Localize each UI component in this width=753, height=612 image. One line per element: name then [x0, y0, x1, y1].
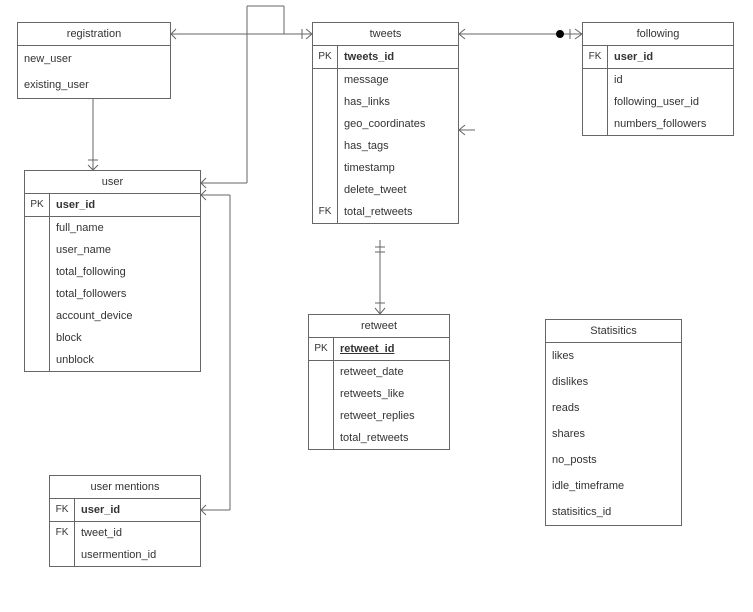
entity-title: tweets	[313, 23, 458, 46]
key-label: PK	[309, 338, 334, 360]
attr-row: full_name	[25, 216, 200, 239]
attr-row: dislikes	[546, 369, 681, 395]
key-label: FK	[50, 522, 75, 544]
attr-label: user_id	[50, 194, 200, 216]
entity-user: user PK user_id full_name user_name tota…	[24, 170, 201, 372]
attr-row: reads	[546, 395, 681, 421]
attr-label: full_name	[50, 217, 200, 239]
attr-row: timestamp	[313, 157, 458, 179]
attr-row: user_name	[25, 239, 200, 261]
key-label: PK	[25, 194, 50, 216]
attr-label: usermention_id	[75, 544, 200, 566]
entity-title: Statisitics	[546, 320, 681, 343]
key-label: FK	[583, 46, 608, 68]
pk-row: PK retweet_id	[309, 338, 449, 360]
attr-row: block	[25, 327, 200, 349]
attr-label: retweet_id	[334, 338, 449, 360]
pk-row: PK user_id	[25, 194, 200, 216]
attr-row: statisitics_id	[546, 499, 681, 525]
entity-title: user	[25, 171, 200, 194]
entity-title: registration	[18, 23, 170, 46]
key-label	[50, 544, 75, 566]
attr-row: existing_user	[18, 72, 170, 98]
key-label	[25, 217, 50, 239]
entity-tweets: tweets PK tweets_id message has_links ge…	[312, 22, 459, 224]
attr-row: following_user_id	[583, 91, 733, 113]
entity-title: user mentions	[50, 476, 200, 499]
attr-row: numbers_followers	[583, 113, 733, 135]
attr-row: shares	[546, 421, 681, 447]
entity-title: following	[583, 23, 733, 46]
attr-row: retweets_like	[309, 383, 449, 405]
entity-retweet: retweet PK retweet_id retweet_date retwe…	[308, 314, 450, 450]
fk-row: FK user_id	[583, 46, 733, 68]
key-label: FK	[50, 499, 75, 521]
attr-label: user_id	[75, 499, 200, 521]
attr-row: total_following	[25, 261, 200, 283]
attr-row: total_followers	[25, 283, 200, 305]
pk-row: PK tweets_id	[313, 46, 458, 68]
entity-registration: registration new_user existing_user	[17, 22, 171, 99]
attr-row: retweet_replies	[309, 405, 449, 427]
attr-row: has_tags	[313, 135, 458, 157]
entity-title: retweet	[309, 315, 449, 338]
attr-row: likes	[546, 343, 681, 369]
attr-row: delete_tweet	[313, 179, 458, 201]
attr-row: retweet_date	[309, 360, 449, 383]
attr-label: tweets_id	[338, 46, 458, 68]
attr-label: tweet_id	[75, 522, 200, 544]
fk-row: FK user_id	[50, 499, 200, 521]
entity-statistics: Statisitics likes dislikes reads shares …	[545, 319, 682, 526]
attr-row: no_posts	[546, 447, 681, 473]
key-label: PK	[313, 46, 338, 68]
attr-row: geo_coordinates	[313, 113, 458, 135]
attr-row: idle_timeframe	[546, 473, 681, 499]
entity-user-mentions: user mentions FK user_id FK tweet_id use…	[49, 475, 201, 567]
attr-row: id	[583, 68, 733, 91]
attr-row: has_links	[313, 91, 458, 113]
attr-row: unblock	[25, 349, 200, 371]
attr-row: message	[313, 68, 458, 91]
attr-row: account_device	[25, 305, 200, 327]
attr-row: new_user	[18, 46, 170, 72]
attr-row: usermention_id	[50, 544, 200, 566]
attr-label: user_id	[608, 46, 733, 68]
entity-following: following FK user_id id following_user_i…	[582, 22, 734, 136]
fk-row: FK tweet_id	[50, 521, 200, 544]
fk-row: FKtotal_retweets	[313, 201, 458, 223]
attr-row: total_retweets	[309, 427, 449, 449]
